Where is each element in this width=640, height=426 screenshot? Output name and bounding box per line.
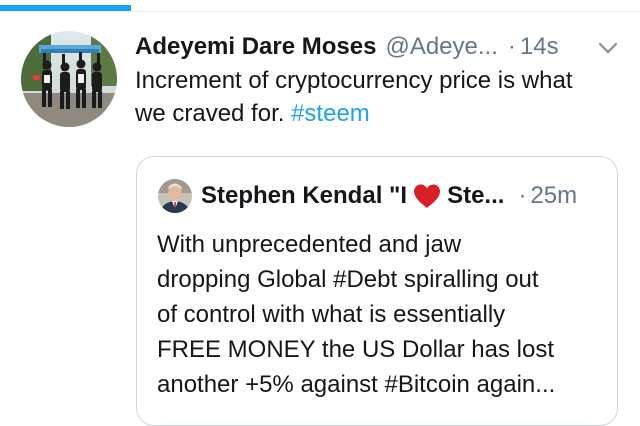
- author-name[interactable]: Adeyemi Dare Moses: [135, 30, 376, 64]
- quoted-author-name[interactable]: Stephen Kendal "I: [201, 179, 407, 213]
- quoted-tweet-header: Stephen Kendal "I Ste... · 25m: [201, 179, 611, 213]
- hashtag-link[interactable]: #steem: [291, 100, 370, 127]
- separator-dot: ·: [507, 33, 516, 60]
- quoted-text-line: of control with what is essentially: [157, 301, 506, 328]
- quoted-separator-dot: ·: [518, 182, 527, 209]
- quoted-text-line: FREE MONEY the US Dollar has lost: [157, 336, 555, 363]
- author-avatar[interactable]: [21, 31, 117, 127]
- quoted-text-line: another +5% against #Bitcoin again...: [157, 371, 556, 398]
- author-handle[interactable]: @Adeye...: [385, 30, 497, 64]
- man-in-suit-avatar-icon: [158, 179, 192, 213]
- top-divider: [0, 11, 640, 12]
- chevron-down-icon: [598, 42, 618, 54]
- tweet-timestamp[interactable]: 14s: [520, 30, 559, 64]
- quoted-tweet-card[interactable]: Stephen Kendal "I Ste... · 25m With unpr…: [136, 156, 618, 426]
- quoted-tweet-text: With unprecedented and jaw dropping Glob…: [157, 227, 609, 402]
- tweet-header: Adeyemi Dare Moses @Adeye... · 14s: [135, 30, 625, 64]
- tweet-text: Increment of cryptocurrency price is wha…: [135, 64, 605, 130]
- quoted-text-line: With unprecedented and jaw: [157, 231, 462, 258]
- quoted-text-line: dropping Global #Debt spiralling out: [157, 266, 539, 293]
- group-photo-avatar-icon: [21, 31, 117, 127]
- quoted-author-name-end[interactable]: Ste...: [447, 179, 504, 213]
- quoted-author-avatar[interactable]: [158, 179, 192, 213]
- quoted-tweet-timestamp[interactable]: 25m: [530, 179, 577, 213]
- tweet-menu-button[interactable]: [596, 40, 620, 56]
- red-heart-icon: [414, 184, 441, 208]
